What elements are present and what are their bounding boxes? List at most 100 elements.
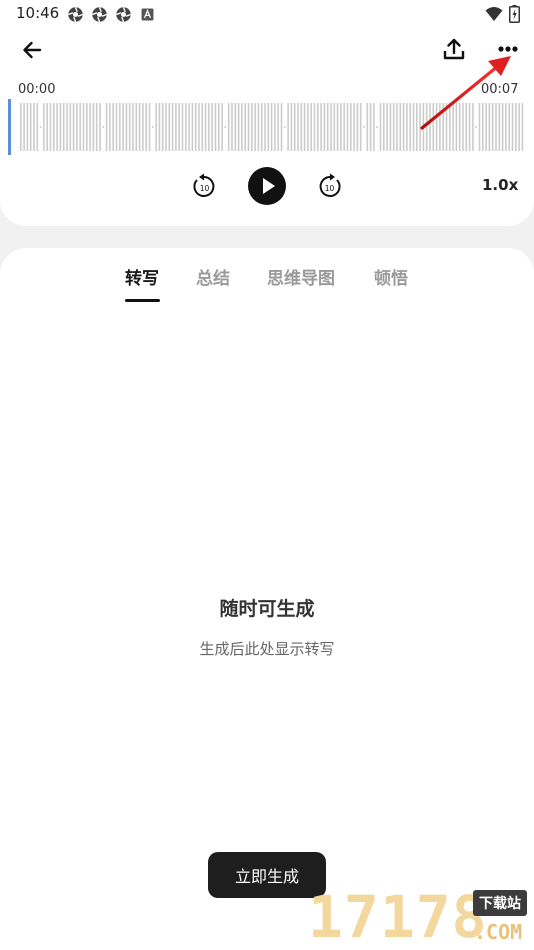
waveform-bar [488,103,491,151]
waveform-bar [356,103,359,151]
waveform-bar [336,103,339,151]
waveform-bar [181,103,184,151]
waveform-bar [270,103,273,151]
waveform-bar [416,103,418,151]
waveform-bar [142,103,144,151]
waveform-bar [449,103,451,151]
waveform-bar [231,103,233,151]
forward-seconds-label: 10 [325,184,335,193]
waveform-bar [39,126,42,128]
waveform-bar [99,103,101,151]
camera-shutter-icon [116,7,131,22]
waveform-bar [254,103,256,151]
rewind-seconds-label: 10 [200,184,210,193]
waveform-bar [419,103,421,151]
waveform-bar [333,103,336,151]
waveform-bar [125,103,128,151]
tab-insight[interactable]: 顿悟 [374,264,408,289]
waveform-bar [201,103,204,151]
play-button[interactable] [248,167,286,205]
waveform-bar [59,103,62,151]
tab-transcript[interactable]: 转写 [125,264,159,289]
waveform-bar [518,103,520,151]
rewind-10-button[interactable]: 10 [191,172,217,200]
waveform-bar [472,103,474,151]
waveform-bar [33,103,35,151]
waveform-bar [148,103,151,151]
waveform-bar [376,126,378,128]
waveform-bar [135,103,138,151]
waveform-bar [429,103,431,151]
waveform-bar [485,103,487,151]
waveform-bar [290,103,293,151]
play-icon [263,178,275,194]
waveform-bar [227,103,230,151]
a-box-icon [141,8,154,21]
waveform-bar [198,103,200,151]
player-card: 10:46 00:00 00:07 10 10 1.0x [0,0,534,226]
waveform-bar [204,103,207,151]
waveform-bar [264,103,266,151]
waveform-bar [482,103,484,151]
tab-summary[interactable]: 总结 [196,264,230,289]
content-card: 转写 总结 思维导图 顿悟 随时可生成 生成后此处显示转写 立即生成 [0,248,534,950]
waveform-bar [392,103,395,151]
waveform-bar [409,103,411,151]
waveform-bar [287,103,289,151]
forward-10-button[interactable]: 10 [317,172,343,200]
waveform-bar [92,103,95,151]
upload-icon[interactable] [441,36,467,62]
waveform-bar [399,103,402,151]
back-arrow-icon[interactable] [18,36,46,64]
waveform-bar [95,103,98,151]
waveform-bar [458,103,461,151]
more-horizontal-icon[interactable] [495,38,521,60]
playback-speed-button[interactable]: 1.0x [482,176,518,194]
status-time: 10:46 [16,4,60,22]
waveform-bar [46,103,48,151]
waveform-bar [224,126,226,128]
waveform-bar [402,103,405,151]
waveform-bar [102,126,104,128]
waveform-bar [383,103,385,151]
waveform-bar [267,103,270,151]
waveform-bar [82,103,85,151]
waveform-bar [79,103,81,151]
waveform-bar [211,103,213,151]
waveform-bar [155,103,157,151]
waveform-bar [158,103,161,151]
wifi-icon [485,7,503,21]
watermark-digits: 17178 [308,883,488,950]
waveform-bar [26,103,29,151]
waveform-bar [300,103,303,151]
watermark-domain: .COM [474,920,523,944]
waveform-bar [320,103,322,151]
waveform-bar [452,103,454,151]
waveform-bar [244,103,246,151]
time-elapsed: 00:00 [18,82,56,97]
waveform-bar [168,103,171,151]
waveform-bar [412,103,415,151]
waveform-bar [132,103,134,151]
waveform-bar [386,103,388,151]
waveform-bar [475,126,477,128]
empty-state-title: 随时可生成 [219,598,315,620]
waveform-bar [369,103,372,151]
waveform-bar [346,103,349,151]
tab-mindmap[interactable]: 思维导图 [267,264,335,289]
waveform-bar [396,103,398,151]
waveform-bar [425,103,428,151]
waveform[interactable] [8,99,524,155]
waveform-bar [439,103,441,151]
waveform-bar [366,103,369,151]
notification-icons [67,6,156,23]
waveform-bar [307,103,309,151]
waveform-bar [363,126,365,128]
waveform-bar [508,103,510,151]
waveform-bar [109,103,111,151]
waveform-bar [445,103,448,151]
waveform-bar [105,103,108,151]
waveform-bar [191,103,194,151]
playhead[interactable] [8,99,11,155]
waveform-bar [23,103,25,151]
